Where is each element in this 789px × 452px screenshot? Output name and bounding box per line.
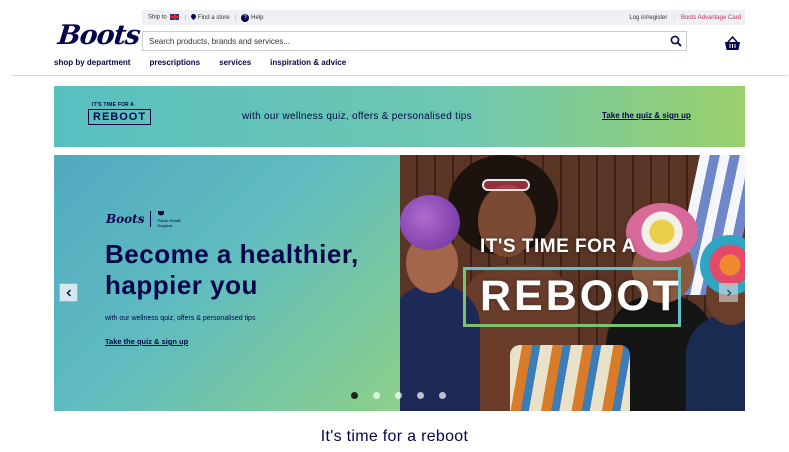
carousel-dot[interactable] (439, 392, 446, 399)
ship-to-link[interactable]: Ship to (148, 14, 180, 21)
nav-prescriptions[interactable]: prescriptions (149, 58, 200, 67)
reboot-badge-text: REBOOT (88, 109, 152, 125)
nav-shop-by-department[interactable]: shop by department (54, 58, 130, 67)
swim-cap (400, 195, 460, 250)
nav-divider (12, 75, 788, 76)
hero-cta-link[interactable]: Take the quiz & sign up (105, 337, 188, 346)
section-heading: It's time for a reboot (320, 428, 469, 445)
carousel-dots (351, 392, 446, 399)
carousel-dot[interactable] (395, 392, 402, 399)
divider: | (184, 14, 186, 21)
boots-logo[interactable]: Boots (56, 20, 141, 51)
divider (150, 211, 152, 228)
overlay-kicker: IT'S TIME FOR A (480, 236, 636, 257)
promo-message: with our wellness quiz, offers & persona… (242, 111, 472, 122)
reboot-badge: IT'S TIME FOR A REBOOT (88, 102, 152, 125)
location-pin-icon (189, 12, 197, 21)
carousel-dot[interactable] (417, 392, 424, 399)
nav-inspiration-advice[interactable]: inspiration & advice (270, 58, 346, 67)
help-link[interactable]: ? Help (241, 13, 264, 22)
search-input[interactable] (149, 36, 666, 46)
search-icon[interactable] (666, 32, 686, 50)
promo-cta-link[interactable]: Take the quiz & sign up (602, 111, 691, 120)
swim-cap (626, 203, 698, 261)
hero-image[interactable]: IT'S TIME FOR A REBOOT (400, 155, 745, 411)
hero-carousel: Boots Public Health England Become a hea… (54, 155, 745, 411)
goggles (482, 179, 530, 191)
carousel-dot[interactable] (351, 392, 358, 399)
hero-text-panel: Boots Public Health England Become a hea… (54, 155, 400, 411)
find-store-link[interactable]: Find a store (189, 12, 230, 21)
phe-logo: Public Health England (157, 210, 181, 228)
search-bar (142, 31, 687, 51)
hero-title: Become a healthier, happier you (105, 239, 359, 300)
hero-subtitle: with our wellness quiz, offers & persona… (105, 315, 256, 322)
carousel-prev-button[interactable] (59, 283, 78, 302)
crest-icon (158, 211, 165, 216)
cobrand-lockup: Boots Public Health England (106, 210, 181, 228)
divider: | (234, 14, 237, 21)
utility-bar: Ship to | Find a store | ? Help Log in/re… (142, 10, 745, 25)
chevron-left-icon (66, 289, 71, 296)
reboot-kicker: IT'S TIME FOR A (92, 102, 135, 108)
beach-towel (510, 345, 630, 411)
help-icon: ? (241, 13, 250, 22)
nav-services[interactable]: services (219, 58, 251, 67)
advantage-card-link[interactable]: Boots Advantage Card (681, 15, 741, 21)
carousel-dot[interactable] (373, 392, 380, 399)
main-nav: shop by department prescriptions service… (54, 58, 365, 67)
boots-mini-logo: Boots (106, 212, 145, 227)
login-link[interactable]: Log in/register (629, 15, 667, 21)
person-body (686, 315, 745, 411)
promo-banner[interactable]: IT'S TIME FOR A REBOOT with our wellness… (54, 86, 745, 147)
overlay-reboot: REBOOT (480, 272, 682, 320)
divider: | (673, 14, 675, 21)
chevron-right-icon (726, 289, 731, 296)
uk-flag-icon (170, 14, 180, 21)
basket-icon[interactable] (724, 35, 741, 51)
carousel-next-button[interactable] (719, 283, 738, 302)
